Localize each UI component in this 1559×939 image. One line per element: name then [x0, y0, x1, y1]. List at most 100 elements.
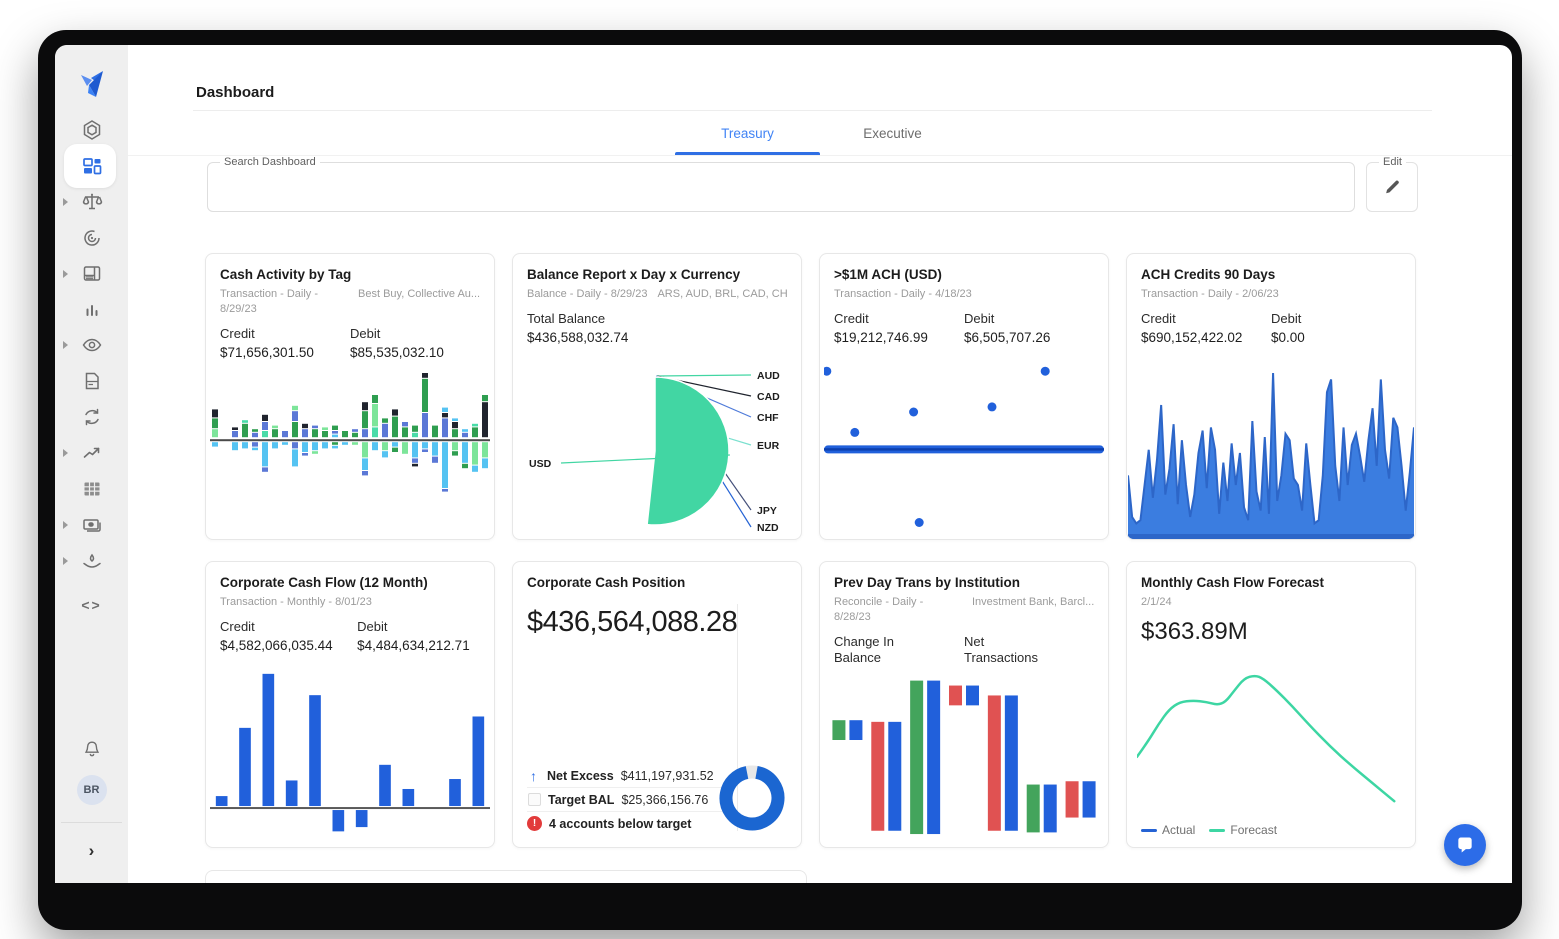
- widget-title: Cash Activity by Tag: [220, 267, 480, 282]
- sidebar-item-documents[interactable]: [55, 369, 128, 393]
- tab-executive[interactable]: Executive: [820, 117, 965, 155]
- svg-text:USD: USD: [529, 458, 552, 470]
- credit-value: $19,212,746.99: [834, 330, 964, 345]
- document-icon: [80, 369, 104, 393]
- target-bal-row: Target BAL $25,366,156.76: [527, 788, 723, 812]
- target-bal-label: Target BAL: [548, 793, 614, 807]
- net-transactions-label: Net Transactions: [964, 634, 1054, 667]
- debit-label: Debit: [357, 619, 480, 635]
- code-icon: <>: [81, 597, 101, 613]
- sidebar-item-insights[interactable]: [55, 226, 128, 250]
- target-bal-value: $25,366,156.76: [621, 793, 708, 807]
- bank-ledger-icon: [80, 262, 104, 286]
- sidebar-item-balances[interactable]: [55, 190, 128, 214]
- edit-dashboard-button[interactable]: Edit: [1366, 162, 1418, 212]
- chat-launcher-button[interactable]: [1444, 824, 1486, 866]
- app-logo[interactable]: [55, 67, 128, 103]
- widget-grid: Cash Activity by Tag Transaction - Daily…: [205, 253, 1417, 848]
- notifications-button[interactable]: [55, 738, 128, 760]
- svg-text:JPY: JPY: [757, 505, 777, 517]
- widget-corporate-cash-flow[interactable]: Corporate Cash Flow (12 Month) Transacti…: [205, 561, 495, 848]
- svg-text:AUD: AUD: [757, 370, 780, 382]
- target-square-icon: [528, 793, 541, 806]
- sidebar-item-forecasts[interactable]: [55, 441, 128, 465]
- stacked-bar-chart[interactable]: [210, 373, 490, 533]
- cash-position-value: $436,564,088.28: [527, 606, 787, 639]
- credit-value: $71,656,301.50: [220, 345, 350, 360]
- sync-refresh-icon: [80, 405, 104, 429]
- monthly-bar-chart[interactable]: [210, 667, 490, 839]
- widget-title: Balance Report x Day x Currency: [527, 267, 787, 282]
- header-divider: [193, 110, 1432, 111]
- alert-row[interactable]: ! 4 accounts below target: [527, 812, 723, 835]
- widget-title: Corporate Cash Flow (12 Month): [220, 575, 480, 590]
- widget-balance-report[interactable]: Balance Report x Day x Currency Balance …: [512, 253, 802, 540]
- sidebar-item-payments[interactable]: [55, 513, 128, 537]
- user-avatar[interactable]: BR: [55, 775, 128, 805]
- debit-value: $0.00: [1271, 330, 1401, 345]
- currency-pie-chart[interactable]: AUDCADCHFEURJPYNZDUSD: [527, 363, 791, 535]
- widget-1m-ach[interactable]: >$1M ACH (USD) Transaction - Daily - 4/1…: [819, 253, 1109, 540]
- partially-visible-widget[interactable]: [205, 870, 807, 883]
- sidebar-item-reports[interactable]: [55, 298, 128, 322]
- forecast-line-chart[interactable]: [1137, 665, 1405, 813]
- legend-actual-label: Actual: [1162, 823, 1195, 837]
- area-chart[interactable]: [1128, 371, 1414, 539]
- balance-scale-icon: [80, 190, 104, 214]
- sidebar: <> BR ›: [55, 45, 128, 883]
- sidebar-item-developer[interactable]: <>: [55, 597, 128, 613]
- widget-subtitle: Reconcile - Daily - 8/28/23: [834, 595, 962, 625]
- alert-icon: !: [527, 816, 542, 831]
- credit-value: $4,582,066,035.44: [220, 638, 357, 653]
- sidebar-item-settings[interactable]: [55, 118, 128, 142]
- svg-text:EUR: EUR: [757, 440, 780, 452]
- debit-value: $6,505,707.26: [964, 330, 1094, 345]
- total-balance-label: Total Balance: [527, 311, 787, 327]
- arrow-up-icon: ↑: [527, 768, 540, 784]
- seedling-hands-icon: [80, 549, 104, 573]
- change-in-balance-label: Change In Balance: [834, 634, 924, 667]
- table-grid-icon: [80, 477, 104, 501]
- widget-corporate-cash-position[interactable]: Corporate Cash Position $436,564,088.28 …: [512, 561, 802, 848]
- widget-subtitle: Transaction - Monthly - 8/01/23: [220, 595, 372, 610]
- svg-text:CAD: CAD: [757, 391, 780, 403]
- widget-subtitle: Transaction - Daily - 4/18/23: [834, 287, 972, 302]
- app-window: <> BR › Dashboard Treasury Executive Sea…: [55, 45, 1512, 883]
- forecast-swatch: [1209, 829, 1225, 832]
- scatter-chart[interactable]: [824, 361, 1104, 531]
- search-dashboard-input[interactable]: Search Dashboard: [207, 162, 1355, 212]
- widget-cash-activity-by-tag[interactable]: Cash Activity by Tag Transaction - Daily…: [205, 253, 495, 540]
- net-excess-value: $411,197,931.52: [621, 769, 714, 783]
- widget-subtitle: Transaction - Daily - 2/06/23: [1141, 287, 1279, 302]
- trovata-logo-icon: [74, 67, 110, 103]
- sidebar-item-sync[interactable]: [55, 405, 128, 429]
- bell-icon: [81, 738, 103, 760]
- page-title: Dashboard: [196, 84, 274, 101]
- widget-subtitle: Balance - Daily - 8/29/23: [527, 287, 647, 302]
- sidebar-item-data-tables[interactable]: [55, 477, 128, 501]
- widget-filter-tags: Investment Bank, Barcl...: [972, 595, 1094, 625]
- credit-value: $690,152,422.02: [1141, 330, 1271, 345]
- donut-chart[interactable]: [717, 763, 787, 833]
- widget-prev-day-trans[interactable]: Prev Day Trans by Institution Reconcile …: [819, 561, 1109, 848]
- widget-monthly-cash-flow-forecast[interactable]: Monthly Cash Flow Forecast 2/1/24 $363.8…: [1126, 561, 1416, 848]
- debit-label: Debit: [1271, 311, 1401, 327]
- legend-actual: Actual: [1141, 823, 1195, 837]
- sidebar-item-monitor[interactable]: [55, 333, 128, 357]
- sidebar-item-dashboards[interactable]: [55, 154, 128, 178]
- widget-title: ACH Credits 90 Days: [1141, 267, 1401, 282]
- sidebar-expand-button[interactable]: ›: [55, 841, 128, 861]
- debit-value: $85,535,032.10: [350, 345, 480, 360]
- sidebar-item-accounts[interactable]: [55, 262, 128, 286]
- widget-title: Prev Day Trans by Institution: [834, 575, 1094, 590]
- sidebar-item-growth[interactable]: [55, 549, 128, 573]
- edit-button-label: Edit: [1379, 156, 1406, 168]
- net-excess-label: Net Excess: [547, 769, 614, 783]
- widget-ach-credits-90-days[interactable]: ACH Credits 90 Days Transaction - Daily …: [1126, 253, 1416, 540]
- chat-bubble-icon: [1455, 835, 1475, 855]
- institution-bar-chart[interactable]: [828, 674, 1100, 839]
- tab-treasury[interactable]: Treasury: [675, 117, 820, 155]
- widget-filter-tags: ARS, AUD, BRL, CAD, CH...: [657, 287, 787, 302]
- credit-label: Credit: [220, 619, 357, 635]
- widget-title: Monthly Cash Flow Forecast: [1141, 575, 1401, 590]
